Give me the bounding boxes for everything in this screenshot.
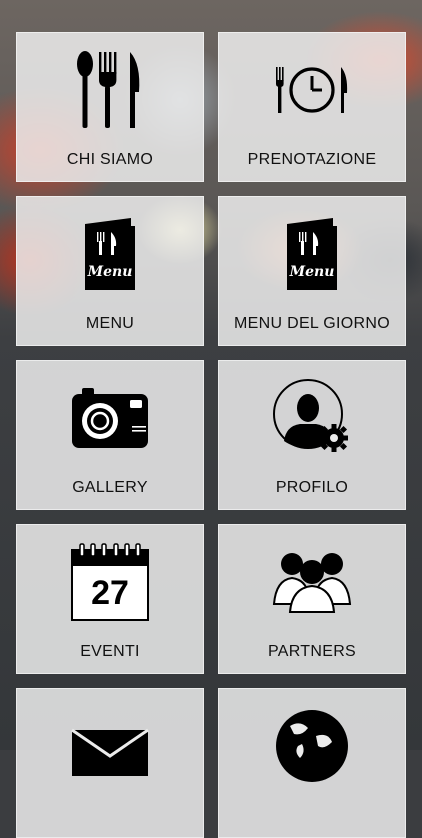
tile-menu-del-giorno[interactable]: Menu MENU DEL GIORNO — [218, 196, 406, 346]
camera-icon — [17, 377, 203, 459]
tile-label: CHI SIAMO — [66, 151, 154, 168]
tile-label: GALLERY — [72, 479, 148, 496]
tile-partners[interactable]: PARTNERS — [218, 524, 406, 674]
calendar-day: 27 — [91, 574, 129, 612]
tile-label: MENU — [85, 315, 135, 332]
tile-label: PARTNERS — [267, 643, 357, 660]
menu-book-text: Menu — [87, 264, 133, 280]
tile-profilo[interactable]: PROFILO — [218, 360, 406, 510]
menu-book-text: Menu — [289, 264, 335, 280]
tile-gallery[interactable]: GALLERY — [16, 360, 204, 510]
tile-label: EVENTI — [80, 643, 140, 660]
tile-label: PRENOTAZIONE — [247, 151, 377, 168]
tile-eventi[interactable]: 27 EVENTI — [16, 524, 204, 674]
menu-book-icon: Menu — [219, 213, 405, 295]
tile-prenotazione[interactable]: PRENOTAZIONE — [218, 32, 406, 182]
globe-icon — [219, 705, 405, 787]
tile-contact[interactable] — [16, 688, 204, 838]
tile-website[interactable] — [218, 688, 406, 838]
tile-label: MENU DEL GIORNO — [234, 315, 390, 332]
tile-label: PROFILO — [275, 479, 349, 496]
calendar-icon: 27 — [17, 541, 203, 623]
tile-chi-siamo[interactable]: CHI SIAMO — [16, 32, 204, 182]
group-icon — [219, 541, 405, 623]
cutlery-icon — [17, 49, 203, 131]
envelope-icon — [17, 705, 203, 787]
plate-clock-icon — [219, 49, 405, 131]
menu-book-icon: Menu — [17, 213, 203, 295]
tile-menu[interactable]: Menu MENU — [16, 196, 204, 346]
user-gear-icon — [219, 377, 405, 459]
menu-grid: CHI SIAMO PRENOTAZIONE Menu MENU Menu ME… — [16, 32, 406, 838]
